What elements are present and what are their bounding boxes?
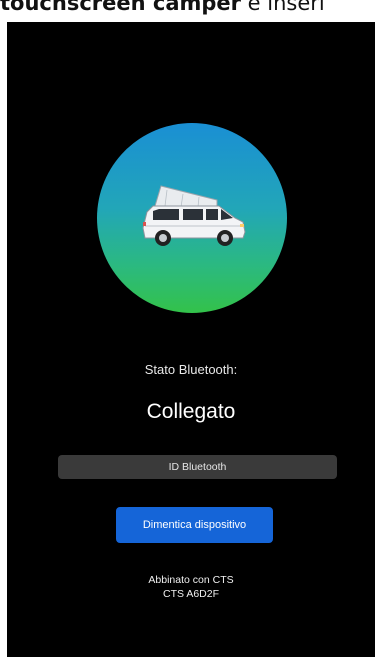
app-screen: Stato Bluetooth: Collegato ID Bluetooth … xyxy=(7,22,375,657)
paired-info: Abbinato con CTS CTS A6D2F xyxy=(7,573,375,601)
device-avatar xyxy=(97,123,287,313)
heading-rest-text: e inseri xyxy=(241,0,325,15)
camper-van-icon xyxy=(142,185,246,246)
bluetooth-id-button[interactable]: ID Bluetooth xyxy=(58,455,337,479)
heading-bold-text: touchscreen camper xyxy=(0,0,241,15)
forget-device-button[interactable]: Dimentica dispositivo xyxy=(116,507,273,543)
bluetooth-state-label: Stato Bluetooth: xyxy=(144,362,238,377)
paired-device-id: CTS A6D2F xyxy=(162,588,220,600)
bluetooth-state-value: Collegato xyxy=(146,400,236,423)
page: touchscreen camper e inseri Stato Blueto… xyxy=(0,0,383,657)
paired-with-label: Abbinato con CTS xyxy=(148,574,234,586)
document-heading: touchscreen camper e inseri xyxy=(0,0,383,20)
